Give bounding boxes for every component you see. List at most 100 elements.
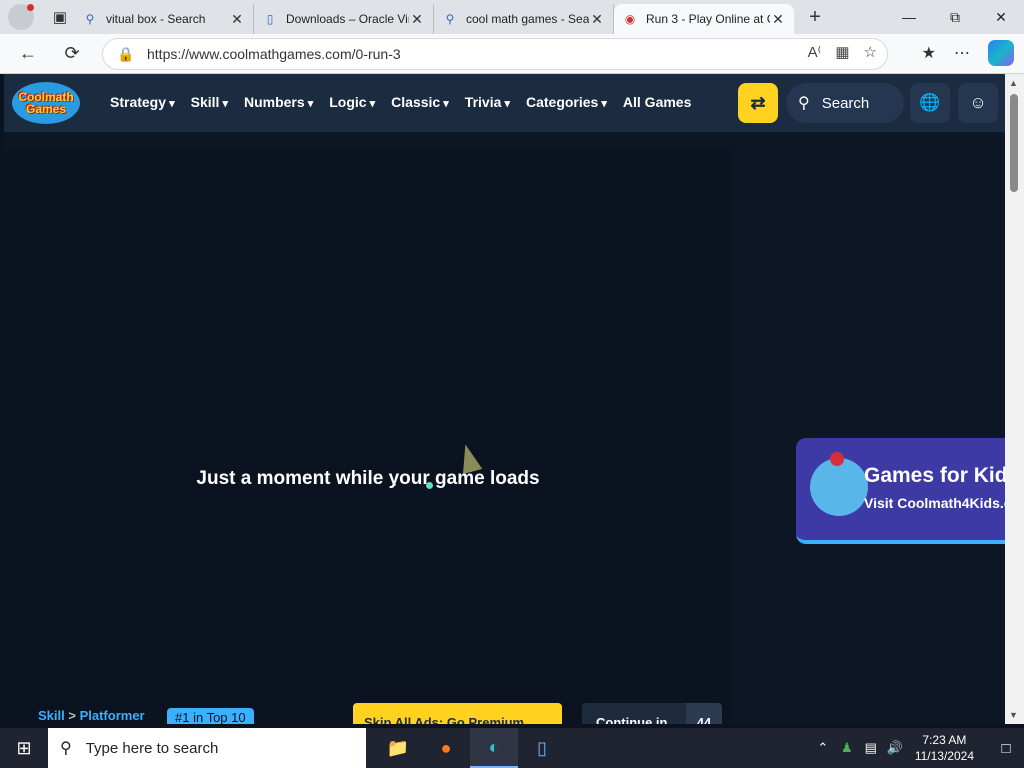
breadcrumb-skill[interactable]: Skill xyxy=(38,708,65,723)
search-label: Search xyxy=(821,94,870,112)
top10-badge[interactable]: #1 in Top 10 xyxy=(167,708,254,724)
tab-cool-math-search[interactable]: ⚲ cool math games - Search ✕ xyxy=(434,4,614,34)
taskbar-search[interactable]: ⚲ Type here to search xyxy=(48,728,366,768)
lock-icon[interactable]: 🔒 xyxy=(117,46,135,63)
clock[interactable]: 7:23 AM 11/13/2024 xyxy=(915,732,974,764)
back-icon[interactable]: ← xyxy=(10,43,46,64)
random-game-button[interactable]: ⇄ xyxy=(738,83,778,123)
premium-label: Skip All Ads: Go Premium xyxy=(364,715,525,724)
continue-button[interactable]: Continue in 44 xyxy=(582,703,722,724)
tab-title: Downloads – Oracle VirtualBox xyxy=(286,12,409,26)
tab-run3[interactable]: ◉ Run 3 - Play Online at Coolmath Games … xyxy=(614,4,794,34)
windows-taskbar: ⊞ ⚲ Type here to search 📁 ● ◐ ▯ ⌃ ♟ ▤ 🔊 … xyxy=(0,728,1024,768)
continue-countdown: 44 xyxy=(686,703,722,724)
windows-start-icon[interactable]: ⊞ xyxy=(0,728,48,768)
game-frame[interactable]: Just a moment while your game loads xyxy=(4,148,732,724)
app-available-icon[interactable]: ▦ xyxy=(835,43,849,61)
coolmath-page: Coolmath Games Strategy Skill Numbers Lo… xyxy=(4,74,1005,724)
language-button[interactable]: 🌐 xyxy=(910,83,950,123)
window-controls: — ⧉ ✕ xyxy=(886,0,1024,34)
url-actions: A⁽ ▦ ☆ xyxy=(808,43,877,61)
tab-title: cool math games - Search xyxy=(466,12,589,26)
chevron-up-icon[interactable]: ⌃ xyxy=(811,740,835,756)
scroll-down-icon[interactable]: ▼ xyxy=(1009,710,1018,720)
system-tray: ⌃ ♟ ▤ 🔊 7:23 AM 11/13/2024 □ xyxy=(811,728,1024,768)
search-icon: ⚲ xyxy=(445,12,455,26)
scroll-up-icon[interactable]: ▲ xyxy=(1009,78,1018,88)
tab-title: vitual box - Search xyxy=(106,12,206,26)
refresh-icon[interactable]: ⟳ xyxy=(54,43,90,64)
breadcrumb-platformer[interactable]: Platformer xyxy=(80,708,145,723)
nav-classic[interactable]: Classic xyxy=(391,94,449,110)
shuffle-icon: ⇄ xyxy=(750,92,766,113)
file-explorer-icon[interactable]: 📁 xyxy=(374,728,422,768)
profile-avatar[interactable] xyxy=(8,4,34,30)
coolmath-icon: ◉ xyxy=(624,12,636,26)
volume-icon[interactable]: 🔊 xyxy=(883,740,907,756)
nav-strategy[interactable]: Strategy xyxy=(110,94,175,110)
minimize-icon[interactable]: — xyxy=(886,0,932,34)
coolmath-logo[interactable]: Coolmath Games xyxy=(12,82,80,124)
url-field[interactable]: 🔒 https://www.coolmathgames.com/0-run-3 … xyxy=(102,38,888,70)
favorites-icon[interactable]: ★ xyxy=(922,43,936,63)
site-search-button[interactable]: ⚲ Search xyxy=(786,83,904,123)
clock-time: 7:23 AM xyxy=(922,733,967,747)
site-header: Coolmath Games Strategy Skill Numbers Lo… xyxy=(4,74,1005,132)
new-tab-button[interactable]: + xyxy=(800,6,830,29)
edge-icon[interactable]: ◐ xyxy=(470,728,518,768)
nav-logic[interactable]: Logic xyxy=(329,94,375,110)
nav-categories[interactable]: Categories xyxy=(526,94,607,110)
account-button[interactable]: ☺ xyxy=(958,83,998,123)
page-scrollbar[interactable]: ▲ ▼ xyxy=(1005,74,1024,724)
tab-downloads-oracle[interactable]: ▯ Downloads – Oracle VirtualBox ✕ xyxy=(254,4,434,34)
more-icon[interactable]: ⋯ xyxy=(954,43,970,63)
search-icon: ⚲ xyxy=(60,740,72,757)
nav-all-games[interactable]: All Games xyxy=(623,94,691,110)
games-for-kids-banner[interactable]: Games for Kids Visit Coolmath4Kids.com xyxy=(796,438,1005,544)
user-tray-icon[interactable]: ♟ xyxy=(835,740,859,756)
url-text[interactable]: https://www.coolmathgames.com/0-run-3 xyxy=(147,46,401,62)
logo-text-line2: Games xyxy=(25,102,67,116)
continue-label: Continue in xyxy=(596,715,668,724)
promo-title: Games for Kids xyxy=(864,464,1005,487)
breadcrumb: Skill > Platformer xyxy=(38,708,145,723)
browser-tools: ★ ⋯ xyxy=(922,40,1014,66)
search-icon: ⚲ xyxy=(798,95,810,112)
taskbar-apps: 📁 ● ◐ ▯ xyxy=(374,728,566,768)
globe-icon: 🌐 xyxy=(919,93,941,112)
taskbar-search-placeholder: Type here to search xyxy=(85,739,219,757)
close-tab-icon[interactable]: ✕ xyxy=(409,11,425,28)
read-aloud-icon[interactable]: A⁽ xyxy=(808,43,822,61)
virtualbox-icon[interactable]: ▯ xyxy=(518,728,566,768)
close-tab-icon[interactable]: ✕ xyxy=(770,11,786,28)
notification-dot xyxy=(27,4,34,11)
go-premium-button[interactable]: Skip All Ads: Go Premium xyxy=(353,703,562,724)
octopus-mascot-icon xyxy=(810,452,868,516)
close-tab-icon[interactable]: ✕ xyxy=(229,11,245,28)
copilot-icon[interactable] xyxy=(988,40,1014,66)
browser-tab-bar: ▣ ⚲ vitual box - Search ✕ ▯ Downloads – … xyxy=(0,0,1024,34)
nav-trivia[interactable]: Trivia xyxy=(465,94,510,110)
restore-icon[interactable]: ⧉ xyxy=(932,0,978,34)
breadcrumb-separator: > xyxy=(68,708,76,723)
tab-actions-icon[interactable]: ▣ xyxy=(46,3,74,31)
close-window-icon[interactable]: ✕ xyxy=(978,0,1024,34)
virtualbox-icon: ▯ xyxy=(266,12,274,26)
close-tab-icon[interactable]: ✕ xyxy=(589,11,605,28)
tab-vitual-box-search[interactable]: ⚲ vitual box - Search ✕ xyxy=(74,4,254,34)
firefox-icon[interactable]: ● xyxy=(422,728,470,768)
user-icon: ☺ xyxy=(969,93,987,112)
tab-title: Run 3 - Play Online at Coolmath Games xyxy=(646,12,770,26)
network-icon[interactable]: ▤ xyxy=(859,740,883,756)
notification-icon[interactable]: □ xyxy=(988,740,1024,757)
promo-subtitle: Visit Coolmath4Kids.com xyxy=(864,495,1005,511)
nav-skill[interactable]: Skill xyxy=(191,94,228,110)
address-bar-row: ← ⟳ 🔒 https://www.coolmathgames.com/0-ru… xyxy=(0,34,1024,74)
main-nav: Strategy Skill Numbers Logic Classic Tri… xyxy=(110,94,691,110)
clock-date: 11/13/2024 xyxy=(914,749,974,763)
favorite-star-icon[interactable]: ☆ xyxy=(864,43,877,61)
search-icon: ⚲ xyxy=(85,12,95,26)
loading-message: Just a moment while your game loads xyxy=(196,468,540,489)
nav-numbers[interactable]: Numbers xyxy=(244,94,313,110)
scrollbar-thumb[interactable] xyxy=(1010,94,1018,192)
